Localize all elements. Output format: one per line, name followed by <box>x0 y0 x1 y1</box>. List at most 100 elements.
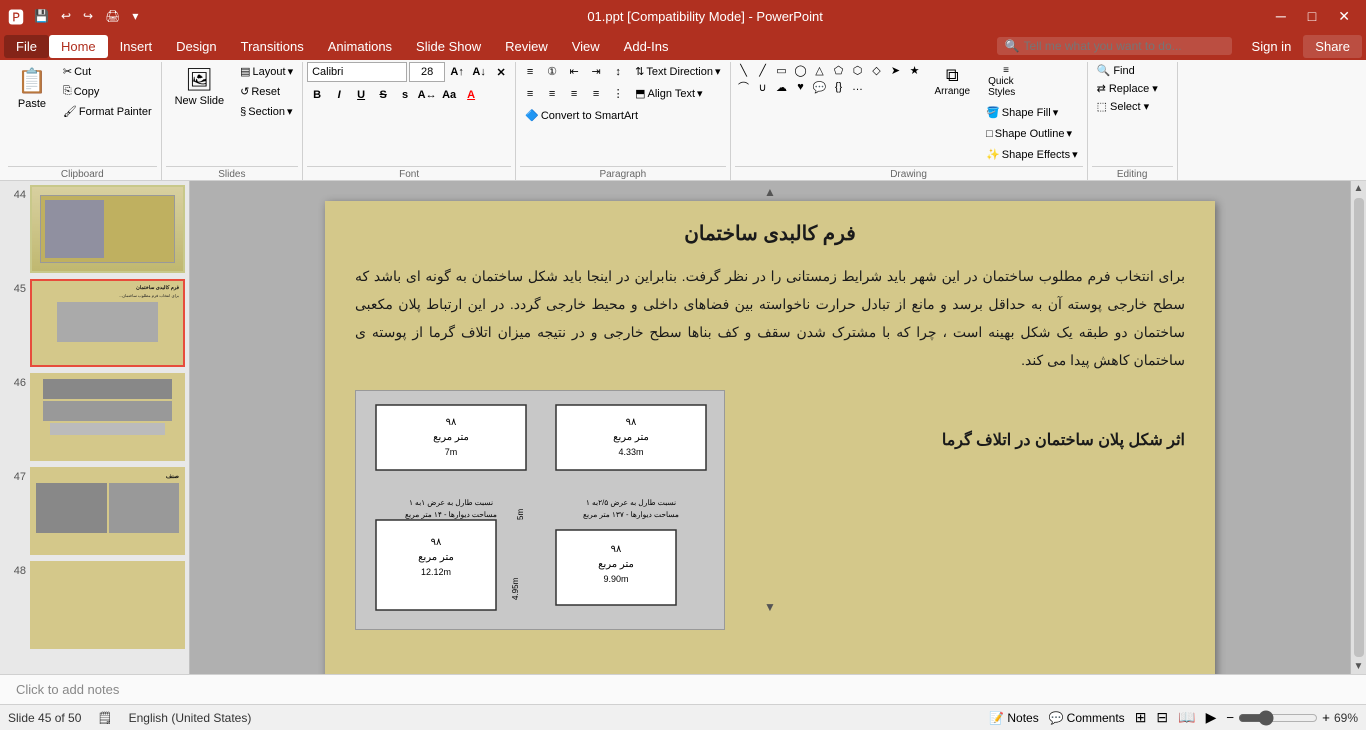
align-right-button[interactable]: ≡ <box>564 85 584 103</box>
slide-thumb-48[interactable] <box>30 561 185 649</box>
select-button[interactable]: ⬚ Select ▾ <box>1092 98 1163 115</box>
font-color-button[interactable]: A <box>461 85 481 105</box>
columns-button[interactable]: ⋮ <box>608 85 628 103</box>
slide-item-46[interactable]: 46 ★ <box>4 373 185 461</box>
paste-button[interactable]: 📋 Paste <box>8 62 56 115</box>
slide-thumb-47[interactable]: صنف <box>30 467 185 555</box>
notes-bar[interactable]: Click to add notes <box>0 674 1366 704</box>
increase-indent-button[interactable]: ⇥ <box>586 63 606 81</box>
slide-item-47[interactable]: 47 صنف ★ <box>4 467 185 555</box>
shape-fill-button[interactable]: 🪣 Shape Fill ▾ <box>981 103 1083 122</box>
minimize-button[interactable]: ─ <box>1268 6 1294 27</box>
shape-pentagon[interactable]: ⬠ <box>830 62 848 78</box>
redo-button[interactable]: ↪ <box>79 7 97 25</box>
line-spacing-button[interactable]: ↕ <box>608 63 628 81</box>
char-spacing-button[interactable]: A↔ <box>417 85 437 105</box>
scroll-up-button[interactable]: ▲ <box>764 185 776 199</box>
zoom-out-button[interactable]: − <box>1226 710 1234 725</box>
new-slide-button[interactable]: 🖼 New Slide <box>166 62 234 112</box>
slide-item-45[interactable]: 45 فرم کالبدی ساختمان برای انتخاب فرم مط… <box>4 279 185 367</box>
shape-circle[interactable]: ◯ <box>792 62 810 78</box>
customize-button[interactable]: ▾ <box>128 7 142 25</box>
shape-more[interactable]: … <box>849 79 867 95</box>
slide-thumb-44[interactable] <box>30 185 185 273</box>
shape-arrow[interactable]: ➤ <box>887 62 905 78</box>
decrease-font-button[interactable]: A↓ <box>469 62 489 82</box>
menu-item-insert[interactable]: Insert <box>108 35 165 58</box>
slide-sorter-button[interactable]: ⊟ <box>1156 709 1168 726</box>
case-button[interactable]: Aa <box>439 85 459 105</box>
shape-outline-button[interactable]: □ Shape Outline ▾ <box>981 124 1083 143</box>
slide-panel[interactable]: 44 ★ 45 فرم کالبدی ساختمان برای انتخاب ف… <box>0 181 190 674</box>
shape-diamond[interactable]: ◇ <box>868 62 886 78</box>
italic-button[interactable]: I <box>329 85 349 105</box>
shape-effects-button[interactable]: ✨ Shape Effects ▾ <box>981 145 1083 164</box>
slide-thumb-46[interactable] <box>30 373 185 461</box>
font-size-input[interactable] <box>409 62 445 82</box>
numbered-list-button[interactable]: ① <box>542 63 562 81</box>
menu-item-view[interactable]: View <box>560 35 612 58</box>
right-scrollbar[interactable]: ▲ ▼ <box>1350 181 1366 674</box>
scroll-down-arrow[interactable]: ▼ <box>1354 661 1364 672</box>
shape-callout[interactable]: 💬 <box>811 79 829 95</box>
replace-button[interactable]: ⇄ Replace ▾ <box>1092 80 1163 97</box>
zoom-in-button[interactable]: + <box>1322 710 1330 725</box>
justify-button[interactable]: ≡ <box>586 85 606 103</box>
menu-item-transitions[interactable]: Transitions <box>229 35 316 58</box>
cut-button[interactable]: ✂ Cut <box>58 62 157 81</box>
align-center-button[interactable]: ≡ <box>542 85 562 103</box>
increase-font-button[interactable]: A↑ <box>447 62 467 82</box>
quick-styles-button[interactable]: ≡ Quick Styles <box>981 62 1031 101</box>
slide-item-48[interactable]: 48 ★ <box>4 561 185 649</box>
convert-smartart-button[interactable]: 🔷 Convert to SmartArt <box>520 106 643 125</box>
underline-button[interactable]: U <box>351 85 371 105</box>
share-button[interactable]: Share <box>1303 35 1362 58</box>
menu-item-review[interactable]: Review <box>493 35 560 58</box>
shape-line2[interactable]: ╱ <box>754 62 772 78</box>
arrange-button[interactable]: ⧉ Arrange <box>928 62 978 100</box>
layout-button[interactable]: ▤ Layout ▾ <box>235 62 298 81</box>
align-left-button[interactable]: ≡ <box>520 85 540 103</box>
scroll-down-button[interactable]: ▼ <box>764 600 776 614</box>
menu-item-animations[interactable]: Animations <box>316 35 404 58</box>
shape-heart[interactable]: ♥ <box>792 79 810 95</box>
menu-item-slideshow[interactable]: Slide Show <box>404 35 493 58</box>
undo-button[interactable]: ↩ <box>57 7 75 25</box>
notes-button[interactable]: 📝 Notes <box>989 711 1038 725</box>
save-button[interactable]: 💾 <box>30 7 53 25</box>
reading-view-button[interactable]: 📖 <box>1178 709 1195 726</box>
scroll-thumb[interactable] <box>1354 198 1364 657</box>
search-input[interactable] <box>1024 39 1224 53</box>
bold-button[interactable]: B <box>307 85 327 105</box>
text-direction-button[interactable]: ⇅ Text Direction ▾ <box>630 62 725 81</box>
comments-button[interactable]: 💬 Comments <box>1049 711 1125 725</box>
section-button[interactable]: § Section ▾ <box>235 102 298 121</box>
zoom-slider[interactable] <box>1238 710 1318 726</box>
copy-button[interactable]: ⎘ Copy <box>58 82 157 101</box>
clear-format-button[interactable]: ✕ <box>491 62 511 82</box>
slide-item-44[interactable]: 44 ★ <box>4 185 185 273</box>
shape-curve[interactable]: ∪ <box>754 79 772 95</box>
find-button[interactable]: 🔍 Find <box>1092 62 1163 79</box>
shape-hexagon[interactable]: ⬡ <box>849 62 867 78</box>
align-text-button[interactable]: ⬒ Align Text ▾ <box>630 84 707 103</box>
shape-brace[interactable]: {} <box>830 79 848 95</box>
menu-item-design[interactable]: Design <box>164 35 228 58</box>
menu-item-home[interactable]: Home <box>49 35 108 58</box>
shape-cloud[interactable]: ☁ <box>773 79 791 95</box>
close-button[interactable]: ✕ <box>1330 6 1358 27</box>
scroll-up-arrow[interactable]: ▲ <box>1354 183 1364 194</box>
shadow-button[interactable]: s <box>395 85 415 105</box>
shape-arc[interactable]: ⌒ <box>735 79 753 95</box>
format-painter-button[interactable]: 🖌 Format Painter <box>58 102 157 121</box>
shape-rect[interactable]: ▭ <box>773 62 791 78</box>
menu-item-addins[interactable]: Add-Ins <box>612 35 681 58</box>
shape-triangle[interactable]: △ <box>811 62 829 78</box>
reset-button[interactable]: ↺ Reset <box>235 82 298 101</box>
print-button[interactable]: 🖨 <box>101 7 124 25</box>
shape-star[interactable]: ★ <box>906 62 924 78</box>
menu-item-file[interactable]: File <box>4 35 49 58</box>
font-name-input[interactable] <box>307 62 407 82</box>
sign-in-button[interactable]: Sign in <box>1240 35 1304 58</box>
normal-view-button[interactable]: ⊞ <box>1135 709 1147 726</box>
